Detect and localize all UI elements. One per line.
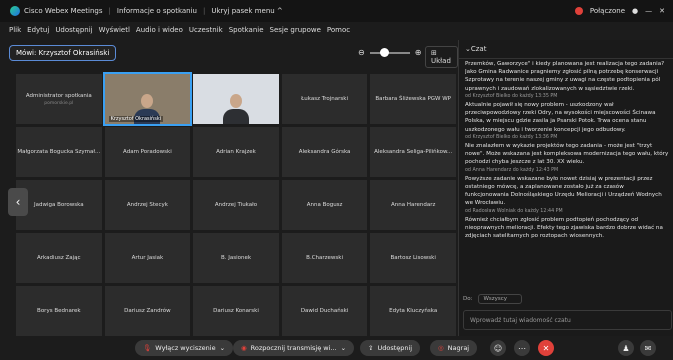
share-icon: ⇪ — [368, 344, 374, 352]
participant-grid: Administrator spotkania pomorskie.pl Krzy… — [16, 72, 456, 336]
participant-tile[interactable]: Edyta Kluczyńska — [370, 286, 456, 336]
chat-recipient-select[interactable]: Wszyscy — [478, 294, 523, 304]
person-icon: ♟ — [622, 343, 630, 353]
participant-tile[interactable]: Borys Bednarek — [16, 286, 102, 336]
record-icon: ◎ — [438, 344, 444, 352]
chat-recipient: Do: Wszyscy — [463, 292, 670, 306]
record-button[interactable]: ◎ Nagraj — [430, 340, 478, 356]
menu-edit[interactable]: Edytuj — [27, 26, 49, 34]
participant-tile[interactable]: Jadwiga Borowska — [16, 180, 102, 230]
chat-to-label: Do: — [463, 296, 473, 302]
zoom-knob[interactable] — [379, 47, 389, 57]
previous-page-button[interactable]: ‹ — [8, 188, 28, 216]
menu-meeting[interactable]: Spotkanie — [229, 26, 264, 34]
layout-grid-icon: ⊞ — [431, 49, 437, 57]
chevron-down-icon: ⌄ — [219, 344, 226, 352]
close-icon[interactable]: ✕ — [659, 7, 665, 15]
participant-tile[interactable]: Artur Jasiak — [104, 233, 191, 283]
zoom-in-icon[interactable]: ⊕ — [415, 48, 422, 57]
chat-input[interactable]: Wprowadź tutaj wiadomość czatu — [463, 310, 672, 330]
active-speaker-label: Mówi: Krzysztof Okrasiński — [9, 45, 117, 61]
participant-tile[interactable]: Aleksandra Seliga-Pilińkow... — [370, 127, 456, 177]
webex-logo-icon — [10, 6, 20, 16]
participant-tile[interactable]: B. Jasionek — [193, 233, 279, 283]
video-off-icon: ◉ — [241, 344, 247, 352]
smiley-icon: ☺ — [493, 343, 503, 353]
menu-file[interactable]: Plik — [9, 26, 21, 34]
more-icon: ⋯ — [518, 343, 526, 353]
chat-title: Czat — [470, 45, 487, 53]
menu-share[interactable]: Udostępnij — [55, 26, 92, 34]
chat-message-meta: od Radosław Wolniak do każdy 12:44 PM — [465, 208, 563, 214]
participant-tile[interactable]: Administrator spotkania pomorskie.pl — [16, 74, 102, 124]
window-controls: Połączone ● — ✕ — [574, 0, 665, 22]
speaker-bar: Mówi: Krzysztof Okrasiński ⊖ ⊕ ⊞ Układ — [0, 40, 458, 68]
participant-tile[interactable]: B.Charzewski — [281, 233, 368, 283]
info-icon[interactable]: ● — [632, 7, 638, 15]
chat-message-text: Również chciałbym zgłosić problem podtop… — [465, 216, 663, 240]
participant-tile[interactable]: Anna Bogusz — [281, 180, 368, 230]
chevron-left-icon: ‹ — [15, 195, 21, 209]
chat-message-text: Powyższe zadanie wskazane było nowet dzi… — [465, 175, 662, 207]
reactions-button[interactable]: ☺ — [490, 340, 506, 356]
chat-icon: ✉ — [644, 343, 652, 353]
chat-message-meta: od Krzysztof Bielko do każdy 13:36 PM — [465, 134, 558, 140]
menu-bar: Plik Edytuj Udostępnij Wyświetl Audio i … — [0, 22, 673, 38]
menu-breakout[interactable]: Sesje grupowe — [270, 26, 321, 34]
participant-tile[interactable]: Barbara Śliżewska PGW WP — [370, 74, 456, 124]
participant-video — [222, 94, 249, 124]
chat-message-text: Nie znalazłem w wykazie projektów tego z… — [465, 143, 669, 166]
participant-tile[interactable]: Andrzej Tiukało — [193, 180, 279, 230]
menu-audio-video[interactable]: Audio i wideo — [136, 26, 183, 34]
meeting-info-link[interactable]: Informacje o spotkaniu — [117, 7, 197, 15]
participant-tile[interactable]: Anna Harendarz — [370, 180, 456, 230]
connection-status-icon — [574, 7, 583, 15]
participants-panel-button[interactable]: ♟ — [618, 340, 634, 356]
more-options-button[interactable]: ⋯ — [514, 340, 530, 356]
participant-video-tile[interactable]: Krzysztof Okrasiński — [102, 72, 193, 126]
participant-name: Krzysztof Okrasiński — [108, 116, 164, 122]
share-button[interactable]: ⇪ Udostępnij — [360, 340, 421, 356]
chevron-down-icon: ⌄ — [340, 344, 347, 352]
chat-messages[interactable]: Przemków, Gaworzyce" i kiedy planowana j… — [465, 60, 669, 282]
participant-tile[interactable]: Dariusz Konarski — [193, 286, 279, 336]
microphone-muted-icon: 🎙 — [143, 344, 152, 352]
participant-tile[interactable]: Dawid Duchański — [281, 286, 368, 336]
start-video-button[interactable]: ◉ Rozpocznij transmisję wi... ⌄ — [233, 340, 355, 356]
connection-status-label: Połączone — [589, 7, 626, 15]
minimize-icon[interactable]: — — [645, 7, 652, 15]
participant-tile[interactable]: Andrzej Stecyk — [104, 180, 191, 230]
app-title: Cisco Webex Meetings — [24, 7, 103, 15]
menu-participant[interactable]: Uczestnik — [189, 26, 223, 34]
hide-menu-toggle[interactable]: Ukryj pasek menu ^ — [211, 7, 282, 15]
participant-tile[interactable]: Adam Poradowski — [104, 127, 191, 177]
menu-help[interactable]: Pomoc — [327, 26, 350, 34]
chat-header: ⌄ Czat — [459, 40, 673, 59]
chat-message-meta: od Anna Harendarz do każdy 12:43 PM — [465, 167, 559, 173]
title-bar: Cisco Webex Meetings | Informacje o spot… — [0, 0, 673, 22]
participant-tile[interactable]: Aleksandra Górska — [281, 127, 368, 177]
zoom-out-icon[interactable]: ⊖ — [358, 48, 365, 57]
participant-tile[interactable]: Dariusz Zandrów — [104, 286, 191, 336]
zoom-control[interactable]: ⊖ ⊕ — [358, 47, 422, 57]
participant-tile[interactable]: Bartosz Lisowski — [370, 233, 456, 283]
chat-panel-button[interactable]: ✉ — [640, 340, 656, 356]
meeting-controls: 🎙 Wyłącz wyciszenie ⌄ ◉ Rozpocznij trans… — [0, 336, 673, 360]
menu-view[interactable]: Wyświetl — [99, 26, 130, 34]
participant-tile[interactable]: Małgorzata Bogucka Szymał... — [16, 127, 102, 177]
leave-meeting-button[interactable]: ✕ — [538, 340, 554, 356]
zoom-slider[interactable] — [369, 47, 410, 57]
layout-button[interactable]: ⊞ Układ — [425, 46, 458, 68]
participant-tile[interactable]: Łukasz Trojnarski — [281, 74, 368, 124]
participant-tile[interactable]: Adrian Krajzek — [193, 127, 279, 177]
chat-panel: ⌄ Czat Przemków, Gaworzyce" i kiedy plan… — [458, 40, 673, 336]
unmute-button[interactable]: 🎙 Wyłącz wyciszenie ⌄ — [135, 340, 234, 356]
chat-message-meta: od Krzysztof Bielko do każdy 13:35 PM — [465, 93, 558, 99]
chat-message-text: Aktualnie pojawił się nowy problem - usz… — [465, 102, 656, 133]
participant-tile[interactable]: Arkadiusz Zając — [16, 233, 102, 283]
participant-video-tile[interactable] — [193, 74, 279, 124]
chat-message-text: Przemków, Gaworzyce" i kiedy planowana j… — [465, 61, 665, 92]
close-icon: ✕ — [542, 343, 550, 353]
